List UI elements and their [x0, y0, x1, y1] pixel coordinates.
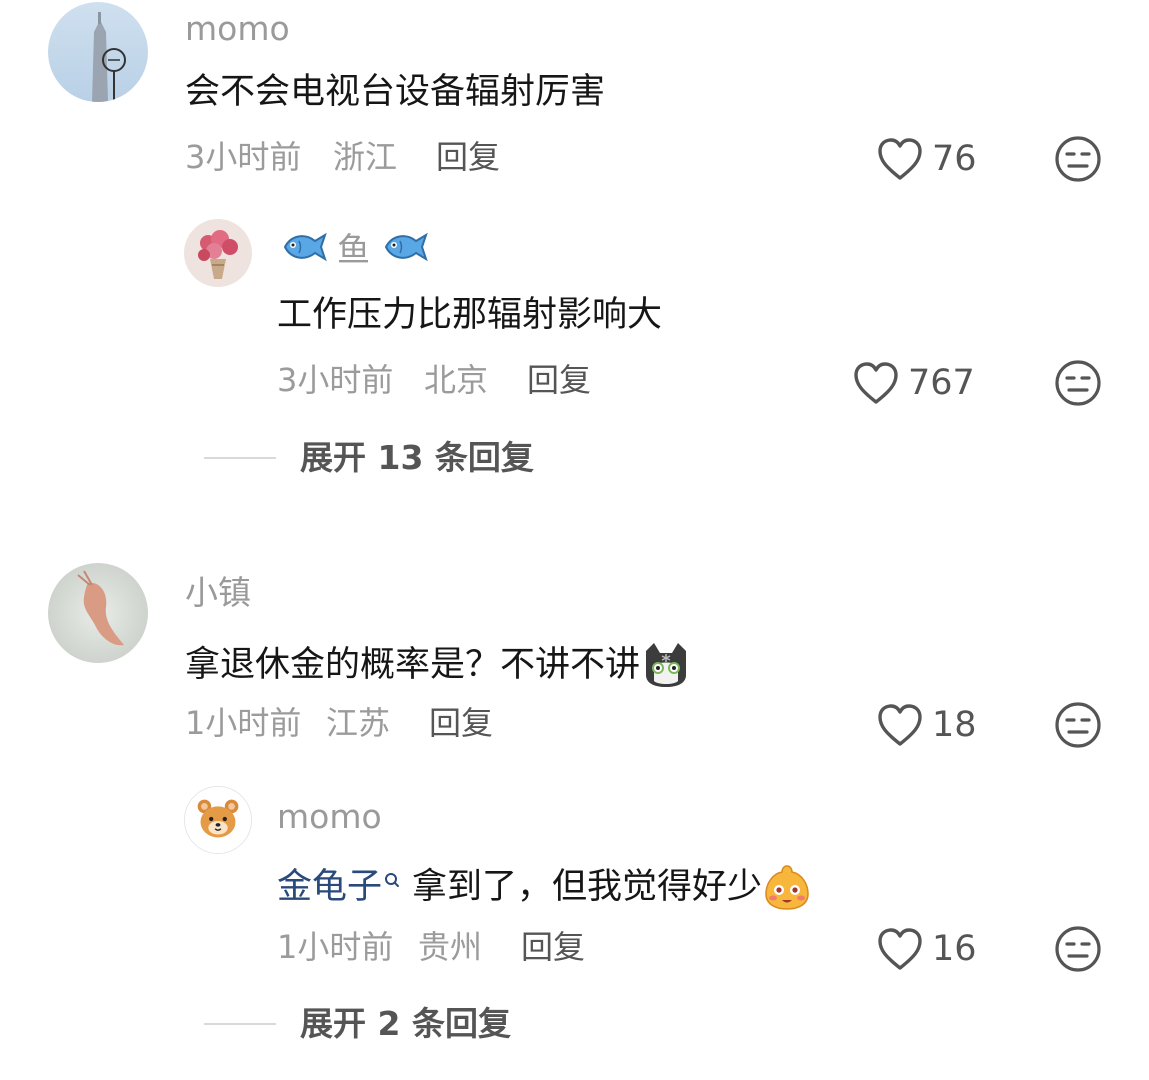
comment-text: 会不会电视台设备辐射厉害 [185, 72, 606, 112]
avatar[interactable] [48, 563, 148, 663]
heart-icon [878, 138, 922, 180]
like-count: 767 [908, 362, 975, 403]
like-button[interactable]: 767 [852, 360, 975, 406]
comment-time: 3小时前 [185, 138, 302, 176]
reply-button[interactable]: 回复 [436, 141, 500, 173]
dislike-button[interactable] [1054, 701, 1102, 749]
like-count: 18 [932, 704, 977, 745]
meh-face-icon [1055, 702, 1101, 748]
expand-replies-button[interactable]: 展开 13 条回复 [204, 441, 534, 474]
like-button[interactable]: 18 [876, 702, 977, 748]
heart-icon [878, 928, 922, 970]
expand-replies-label: 展开 2 条回复 [300, 1004, 511, 1043]
dislike-button[interactable] [1054, 359, 1102, 407]
comment-location: 浙江 [333, 138, 398, 176]
meh-face-icon [1055, 136, 1101, 182]
reply-location: 贵州 [418, 928, 483, 966]
expand-replies-label: 展开 13 条回复 [300, 438, 534, 477]
like-count: 16 [932, 928, 977, 969]
reply-username[interactable]: momo [277, 800, 382, 833]
reply-text-row: 金龟子 拿到了，但我觉得好少 [277, 862, 812, 912]
like-count: 76 [932, 138, 977, 179]
avatar[interactable] [184, 786, 252, 854]
mention-link[interactable]: 金龟子 [277, 869, 382, 905]
dislike-button[interactable] [1054, 135, 1102, 183]
reply-text: 拿到了，但我觉得好少 [412, 866, 763, 907]
meh-face-icon [1055, 926, 1101, 972]
divider-line [204, 456, 276, 459]
reply-button[interactable]: 回复 [521, 931, 585, 963]
reply-text: 工作压力比那辐射影响大 [277, 295, 663, 335]
reply-button[interactable]: 回复 [527, 364, 591, 396]
avatar[interactable] [48, 2, 148, 102]
expand-replies-button[interactable]: 展开 2 条回复 [204, 1007, 511, 1040]
comment-username[interactable]: 小镇 [185, 576, 251, 609]
like-button[interactable]: 16 [876, 926, 977, 972]
heart-icon [854, 362, 898, 404]
comment-username[interactable]: momo [185, 12, 290, 45]
heart-icon [878, 704, 922, 746]
meh-face-icon [1055, 360, 1101, 406]
avatar[interactable] [184, 219, 252, 287]
username-row: 鱼 [279, 229, 428, 269]
search-icon[interactable] [384, 870, 400, 905]
comment-text: 拿退休金的概率是？不讲不讲 [185, 644, 641, 685]
comment-location: 江苏 [326, 704, 391, 742]
reply-time: 1小时前 [277, 928, 394, 966]
reply-time: 3小时前 [277, 361, 394, 399]
divider-line [204, 1022, 276, 1025]
comment-time: 1小时前 [185, 704, 302, 742]
dislike-button[interactable] [1054, 925, 1102, 973]
cat-emoji [640, 641, 692, 689]
reply-button[interactable]: 回复 [429, 707, 493, 739]
like-button[interactable]: 76 [876, 136, 977, 182]
fish-emoji [380, 229, 428, 269]
reply-username[interactable]: 鱼 [337, 233, 370, 266]
fish-emoji [279, 229, 327, 269]
reply-location: 北京 [424, 361, 489, 399]
comment-text-row: 拿退休金的概率是？不讲不讲 [185, 641, 692, 689]
blushing-face-emoji [762, 862, 812, 912]
